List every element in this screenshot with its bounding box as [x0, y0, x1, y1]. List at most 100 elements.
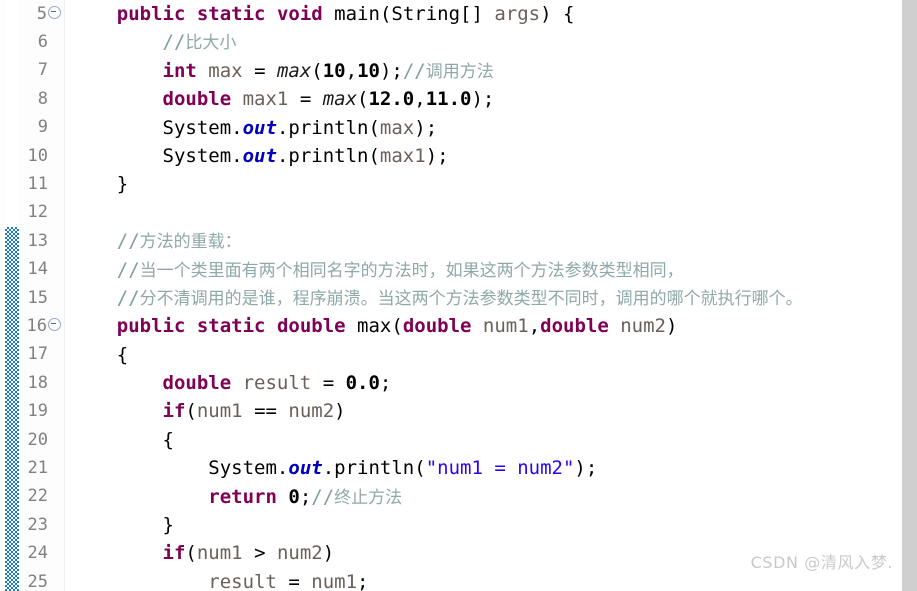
code-token: static: [196, 3, 266, 25]
code-token: 10: [322, 59, 346, 82]
fold-collapse-icon[interactable]: [48, 5, 61, 19]
code-token: num1: [196, 400, 243, 423]
line-number: 13: [27, 230, 48, 251]
line-number: 10: [27, 145, 48, 166]
code-token: "num1 = num2": [425, 457, 575, 480]
code-token: public: [116, 315, 186, 338]
code-line[interactable]: //方法的重载：: [65, 227, 917, 255]
code-line[interactable]: public static void main(String[] args) {: [65, 0, 917, 28]
code-line[interactable]: public static double max(double num1,dou…: [65, 312, 917, 340]
code-token: max: [322, 88, 358, 111]
code-token: (: [311, 59, 323, 82]
code-token: (: [185, 542, 197, 565]
code-token: return: [208, 485, 277, 508]
code-token: 方法的重载：: [139, 232, 242, 253]
code-token: );: [414, 116, 438, 139]
code-token: (: [185, 400, 197, 423]
code-token: ;: [299, 485, 312, 508]
code-line[interactable]: //分不清调用的是谁，程序崩溃。当这两个方法参数类型不同时，调用的哪个就执行哪个…: [65, 284, 917, 312]
code-token: out: [242, 144, 277, 167]
code-token: public: [116, 3, 186, 25]
code-token: max: [357, 315, 392, 338]
line-number: 8: [37, 88, 48, 109]
code-token: }: [71, 173, 129, 196]
line-number: 25: [27, 571, 48, 591]
code-token: (: [368, 116, 380, 139]
scrollbar-thumb[interactable]: [902, 0, 917, 591]
code-token: max: [276, 59, 312, 82]
vertical-scrollbar[interactable]: [902, 0, 917, 591]
code-token: max: [208, 59, 243, 82]
code-token: String: [391, 3, 461, 25]
code-token: .: [322, 457, 335, 480]
code-token: >: [242, 542, 277, 565]
code-token: static: [196, 315, 266, 338]
change-bar-track: [5, 0, 19, 591]
code-token: =: [311, 372, 346, 395]
code-token: println: [288, 144, 369, 167]
code-line[interactable]: return 0;//终止方法: [65, 483, 917, 511]
line-number: 22: [27, 486, 48, 507]
code-editor[interactable]: 5 6 7 8 9 10 11 12 13 14 15 16 17 18 19 20 21 22 23 24 25 pu…: [0, 0, 917, 591]
line-number: 23: [27, 514, 48, 535]
code-token: result: [242, 372, 312, 395]
code-line[interactable]: //当一个类里面有两个相同名字的方法时，如果这两个方法参数类型相同，: [65, 256, 917, 284]
code-line[interactable]: double max1 = max(12.0,11.0);: [65, 85, 917, 113]
code-line[interactable]: int max = max(10,10);//调用方法: [65, 57, 917, 85]
code-token: {: [71, 343, 129, 366]
code-token: 10: [357, 59, 380, 82]
code-line[interactable]: {: [65, 341, 917, 369]
code-token: if: [162, 542, 186, 565]
code-token: max1: [242, 88, 289, 111]
code-line[interactable]: }: [65, 170, 917, 198]
code-token: ): [334, 400, 346, 423]
code-token: 调用方法: [425, 61, 494, 82]
code-content-area[interactable]: public static void main(String[] args) {…: [65, 0, 917, 591]
line-number: 18: [27, 372, 48, 393]
code-token: (: [391, 315, 403, 338]
code-token: double: [162, 372, 232, 395]
code-token: //: [402, 59, 426, 82]
code-line[interactable]: if(num1 == num2): [65, 397, 917, 425]
code-line[interactable]: System.out.println(max1);: [65, 142, 917, 170]
code-line[interactable]: double result = 0.0;: [65, 369, 917, 397]
line-number: 19: [27, 401, 48, 422]
line-number: 11: [27, 174, 48, 195]
code-line[interactable]: System.out.println(max);: [65, 114, 917, 142]
line-number: 24: [27, 543, 48, 564]
code-token: println: [288, 116, 369, 139]
code-token: System: [208, 457, 277, 480]
code-token: System: [162, 116, 232, 139]
fold-collapse-icon[interactable]: [48, 317, 61, 331]
code-token: ;: [379, 372, 392, 395]
line-number: 17: [27, 344, 48, 365]
code-token: main: [334, 3, 380, 25]
code-line[interactable]: }: [65, 511, 917, 539]
code-line[interactable]: System.out.println("num1 = num2");: [65, 454, 917, 482]
code-token: void: [276, 3, 323, 25]
code-line[interactable]: //比大小: [65, 28, 917, 56]
code-line[interactable]: [65, 199, 917, 227]
code-token: ) {: [540, 3, 575, 25]
code-token: }: [71, 514, 174, 537]
code-token: 0.0: [345, 372, 380, 395]
code-token: .: [276, 116, 289, 139]
code-line[interactable]: {: [65, 426, 917, 454]
code-token: max1: [379, 144, 426, 167]
